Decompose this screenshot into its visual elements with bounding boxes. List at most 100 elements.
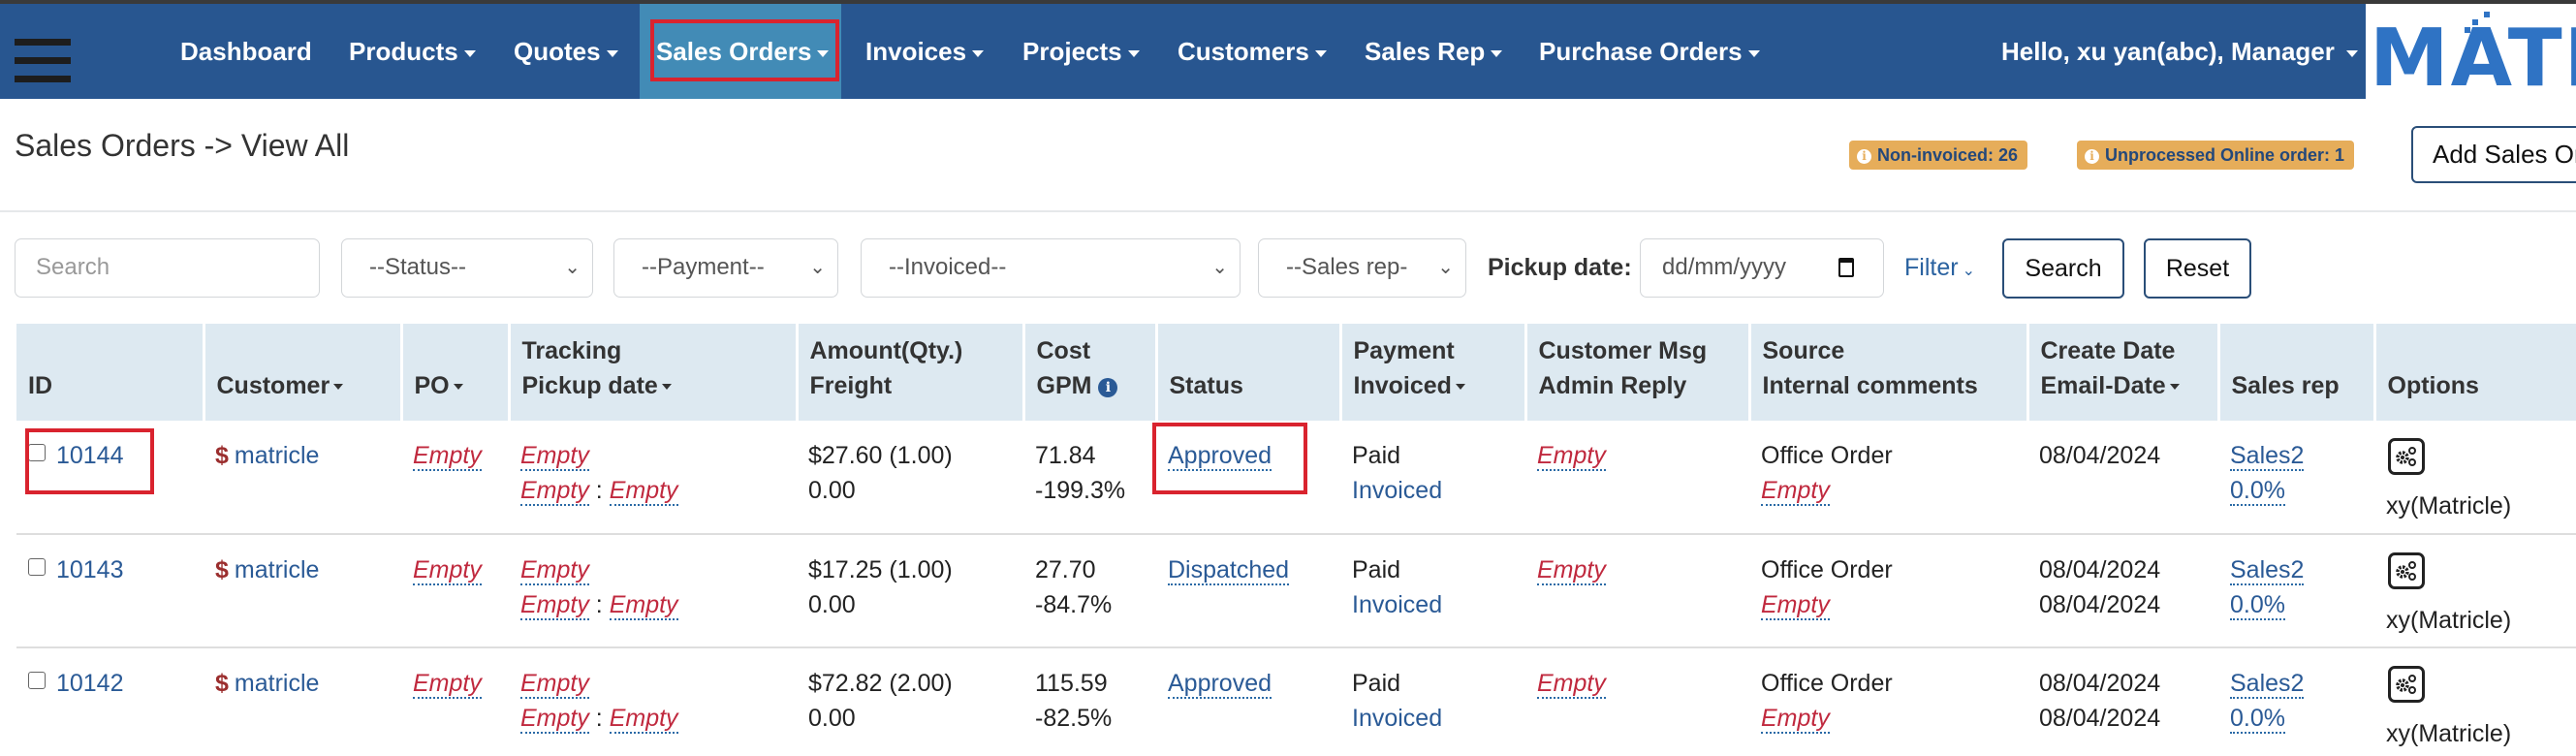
table-row: 10144 $ matricle Empty Empty Empty : Empty… xyxy=(16,421,2576,535)
pickup-date-input[interactable]: dd/mm/yyyy xyxy=(1640,238,1884,298)
nav-projects[interactable]: Projects xyxy=(1007,4,1155,99)
po-editable[interactable]: Empty xyxy=(413,670,482,699)
top-navbar: Dashboard Products Quotes Sales Orders I… xyxy=(0,4,2576,99)
customer-link[interactable]: matricle xyxy=(235,556,320,583)
nav-purchase-orders[interactable]: Purchase Orders xyxy=(1524,4,1775,99)
nav-invoices[interactable]: Invoices xyxy=(850,4,999,99)
sort-caret-icon[interactable] xyxy=(2169,384,2180,391)
options-gear-icon[interactable] xyxy=(2388,552,2425,589)
customer-msg-editable[interactable]: Empty xyxy=(1537,442,1606,471)
internal-comments-editable[interactable]: Empty xyxy=(1761,705,1830,734)
sales-rep-editable[interactable]: Sales2 xyxy=(2230,556,2305,585)
sales-rep-editable[interactable]: Sales2 xyxy=(2230,442,2305,471)
header-label: Tracking xyxy=(521,337,622,364)
invoiced-link[interactable]: Invoiced xyxy=(1352,477,1442,504)
row-checkbox[interactable] xyxy=(28,558,46,576)
unprocessed-online-badge[interactable]: i Unprocessed Online order: 1 xyxy=(2077,141,2355,170)
dollar-icon: $ xyxy=(215,442,229,469)
status-editable[interactable]: Dispatched xyxy=(1168,556,1290,585)
status-select[interactable]: --Status-- ⌄ xyxy=(341,238,593,298)
payment-select[interactable]: --Payment-- ⌄ xyxy=(613,238,838,298)
owner-value: xy(Matricle) xyxy=(2386,720,2512,747)
col-create-date[interactable]: Create Date Email-Date xyxy=(2027,324,2220,421)
internal-comments-editable[interactable]: Empty xyxy=(1761,477,1830,506)
col-customer[interactable]: Customer xyxy=(204,324,403,421)
amount-value: $17.25 (1.00) xyxy=(808,556,953,583)
customer-msg-editable[interactable]: Empty xyxy=(1537,670,1606,699)
non-invoiced-badge[interactable]: i Non-invoiced: 26 xyxy=(1849,141,2028,170)
nav-quotes[interactable]: Quotes xyxy=(498,4,634,99)
pickup-time-editable[interactable]: Empty xyxy=(609,591,678,620)
calendar-icon[interactable] xyxy=(1838,258,1854,277)
info-icon[interactable]: i xyxy=(1098,378,1118,397)
nav-products[interactable]: Products xyxy=(333,4,491,99)
order-id-link[interactable]: 10144 xyxy=(56,442,124,469)
pickup-date-editable[interactable]: Empty xyxy=(520,477,589,506)
status-editable[interactable]: Approved xyxy=(1168,442,1272,471)
commission-editable[interactable]: 0.0% xyxy=(2230,705,2285,734)
invoiced-link[interactable]: Invoiced xyxy=(1352,591,1442,618)
header-label: Options xyxy=(2387,372,2479,399)
search-input[interactable]: Search xyxy=(15,238,320,298)
cell-options: xy(Matricle) xyxy=(2374,421,2576,535)
pickup-time-editable[interactable]: Empty xyxy=(609,477,678,506)
sort-caret-icon[interactable] xyxy=(1455,384,1465,391)
cell-options: xy(Matricle) xyxy=(2374,534,2576,648)
options-gear-icon[interactable] xyxy=(2388,666,2425,703)
tracking-editable[interactable]: Empty xyxy=(520,670,589,699)
amount-value: $27.60 (1.00) xyxy=(808,442,953,469)
sort-caret-icon[interactable] xyxy=(661,384,672,391)
sort-caret-icon[interactable] xyxy=(333,384,344,391)
cell-payment: Paid Invoiced xyxy=(1340,647,1525,756)
tracking-editable[interactable]: Empty xyxy=(520,556,589,585)
header-label: ID xyxy=(28,372,52,399)
invoiced-select-value: --Invoiced-- xyxy=(889,254,1007,280)
company-logo[interactable]: MATRIC xyxy=(2366,4,2576,99)
hamburger-menu-icon[interactable] xyxy=(15,39,71,82)
status-editable[interactable]: Approved xyxy=(1168,670,1272,699)
source-value: Office Order xyxy=(1761,556,1893,583)
po-editable[interactable]: Empty xyxy=(413,556,482,585)
nav-sales-orders[interactable]: Sales Orders xyxy=(640,4,841,99)
options-gear-icon[interactable] xyxy=(2388,438,2425,475)
col-po[interactable]: PO xyxy=(401,324,511,421)
row-checkbox[interactable] xyxy=(28,672,46,689)
internal-comments-editable[interactable]: Empty xyxy=(1761,591,1830,620)
header-label: Create Date xyxy=(2040,337,2176,364)
row-checkbox[interactable] xyxy=(28,444,46,461)
order-id-link[interactable]: 10143 xyxy=(56,556,124,583)
order-id-link[interactable]: 10142 xyxy=(56,670,124,697)
col-source: Source Internal comments xyxy=(1749,324,2029,421)
header-label: Email-Date xyxy=(2040,372,2166,399)
search-button[interactable]: Search xyxy=(2002,238,2124,299)
chevron-down-icon: ⌄ xyxy=(1962,263,1975,279)
filter-toggle-link[interactable]: Filter ⌄ xyxy=(1904,238,1975,298)
freight-value: 0.00 xyxy=(808,705,856,732)
sales-rep-select[interactable]: --Sales rep- ⌄ xyxy=(1258,238,1466,298)
pickup-date-editable[interactable]: Empty xyxy=(520,705,589,734)
reset-button[interactable]: Reset xyxy=(2144,238,2251,299)
invoiced-select[interactable]: --Invoiced-- ⌄ xyxy=(861,238,1241,298)
customer-msg-editable[interactable]: Empty xyxy=(1537,556,1606,585)
col-payment[interactable]: Payment Invoiced xyxy=(1340,324,1527,421)
invoiced-link[interactable]: Invoiced xyxy=(1352,705,1442,732)
tracking-editable[interactable]: Empty xyxy=(520,442,589,471)
commission-editable[interactable]: 0.0% xyxy=(2230,591,2285,620)
cell-customer-msg: Empty xyxy=(1525,534,1749,648)
col-tracking[interactable]: Tracking Pickup date xyxy=(509,324,799,421)
header-label: Freight xyxy=(809,372,893,399)
pickup-date-editable[interactable]: Empty xyxy=(520,591,589,620)
sort-caret-icon[interactable] xyxy=(453,384,463,391)
payment-select-value: --Payment-- xyxy=(642,254,765,280)
po-editable[interactable]: Empty xyxy=(413,442,482,471)
user-menu[interactable]: Hello, xu yan(abc), Manager xyxy=(2001,4,2358,99)
add-sales-order-button[interactable]: Add Sales Order xyxy=(2411,126,2576,183)
sales-rep-editable[interactable]: Sales2 xyxy=(2230,670,2305,699)
customer-link[interactable]: matricle xyxy=(235,442,320,469)
commission-editable[interactable]: 0.0% xyxy=(2230,477,2285,506)
nav-sales-rep[interactable]: Sales Rep xyxy=(1349,4,1518,99)
pickup-time-editable[interactable]: Empty xyxy=(609,705,678,734)
nav-dashboard[interactable]: Dashboard xyxy=(165,4,328,99)
customer-link[interactable]: matricle xyxy=(235,670,320,697)
nav-customers[interactable]: Customers xyxy=(1162,4,1342,99)
